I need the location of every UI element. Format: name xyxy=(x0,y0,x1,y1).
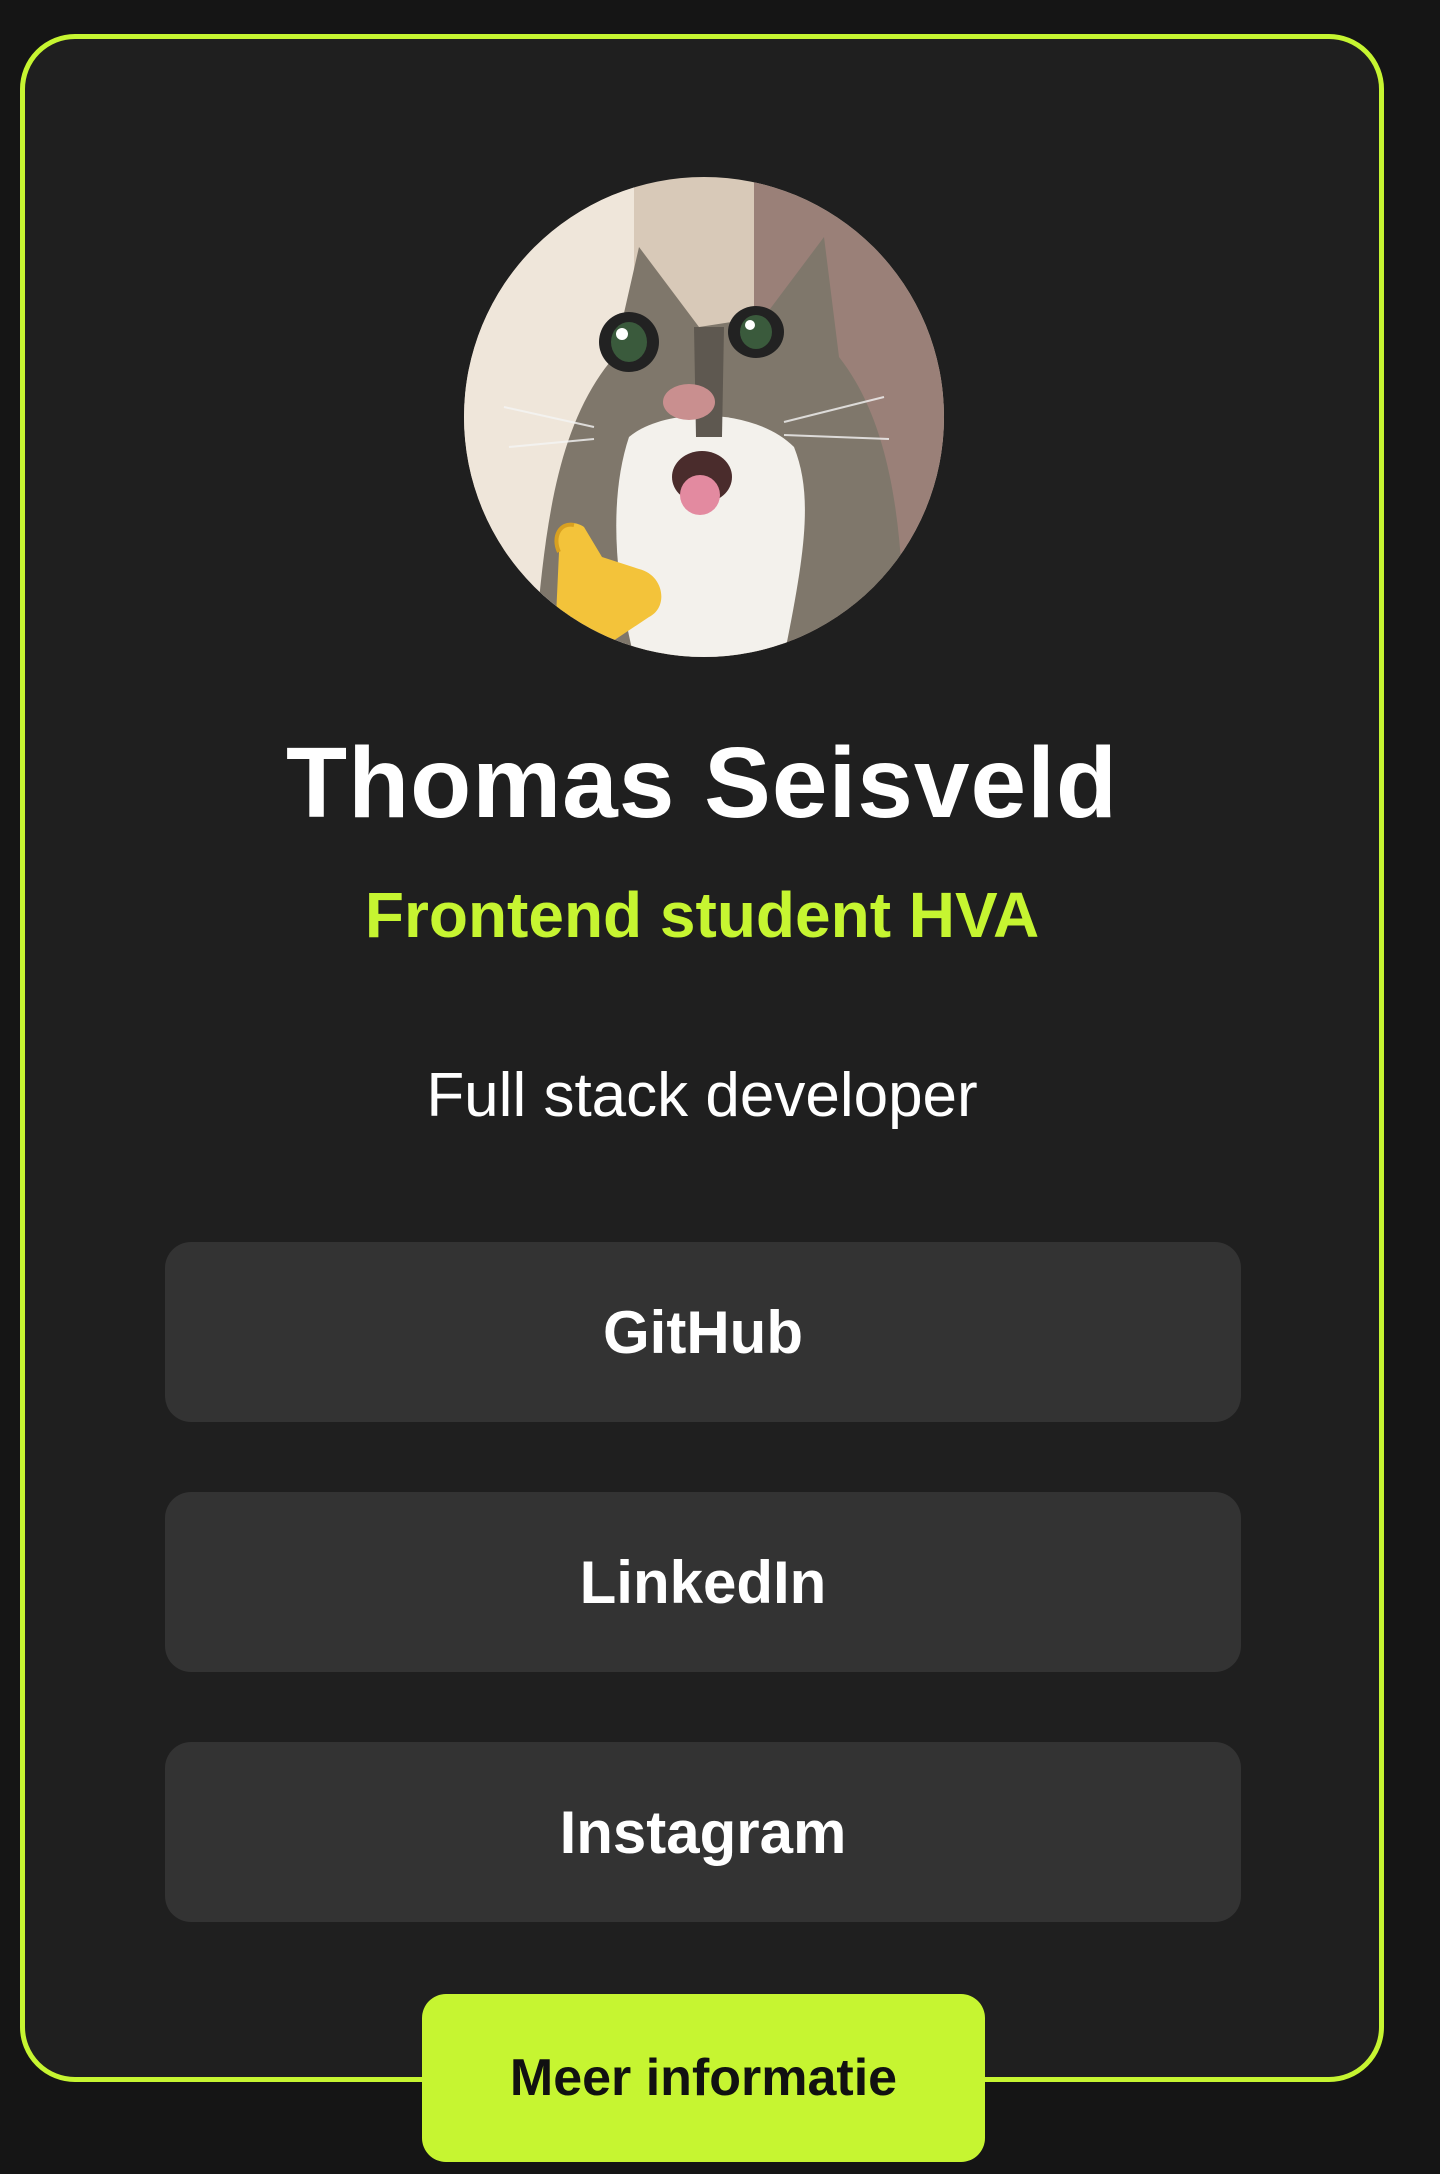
linkedin-button[interactable]: LinkedIn xyxy=(165,1492,1241,1672)
github-button[interactable]: GitHub xyxy=(165,1242,1241,1422)
profile-subtitle: Frontend student HVA xyxy=(364,879,1040,951)
profile-name: Thomas Seisveld xyxy=(286,727,1118,839)
more-info-button[interactable]: Meer informatie xyxy=(422,1994,985,2162)
cat-avatar-icon xyxy=(464,177,944,657)
profile-tagline: Full stack developer xyxy=(426,1061,978,1130)
instagram-button[interactable]: Instagram xyxy=(165,1742,1241,1922)
avatar xyxy=(464,177,944,657)
